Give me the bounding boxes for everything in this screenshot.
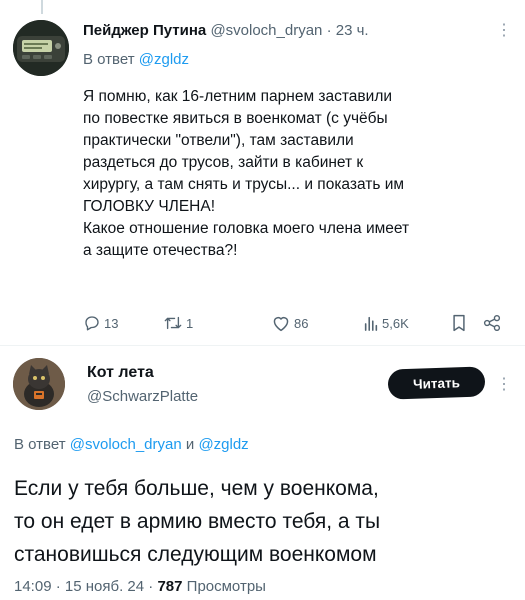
tweet-text: Если у тебя больше, чем у военкома, то о… xyxy=(14,472,514,571)
views-count: 787 xyxy=(157,578,183,595)
reply-handle-link[interactable]: @svoloch_dryan xyxy=(70,436,182,453)
tweet-time[interactable]: 23 ч. xyxy=(336,22,369,39)
repost-icon xyxy=(164,316,182,330)
heart-icon xyxy=(273,316,289,332)
share-icon xyxy=(483,314,501,332)
tweet-text-line: ГОЛОВКУ ЧЛЕНА! xyxy=(83,198,216,215)
tweet-text-line: то он едет в армию вместо тебя, а ты xyxy=(14,510,381,533)
views-count: 5,6K xyxy=(382,315,409,331)
author-name[interactable]: Кот лета xyxy=(87,364,154,382)
tweet-text-line: практически "отвели"), там заставили xyxy=(83,132,354,149)
repost-count: 1 xyxy=(186,315,194,331)
author-handle[interactable]: @SchwarzPlatte xyxy=(87,388,198,405)
tweet-text: Я помню, как 16-летним парнем заставили … xyxy=(83,86,508,262)
views-button[interactable]: 5,6K xyxy=(363,314,409,332)
more-dots-icon[interactable]: ⋮ xyxy=(496,374,512,394)
reply-icon xyxy=(85,316,99,331)
avatar-pager-putina[interactable] xyxy=(13,20,69,76)
thread-line xyxy=(41,0,43,14)
views-label: Просмотры xyxy=(186,578,266,595)
reply-handle-link[interactable]: @zgldz xyxy=(139,51,189,68)
tweet-date[interactable]: 15 нояб. 24 xyxy=(65,578,144,595)
reply-count: 13 xyxy=(104,315,119,331)
tweet-time[interactable]: 14:09 xyxy=(14,578,52,595)
read-button[interactable]: Читать xyxy=(387,366,486,400)
author-name[interactable]: Пейджер Путина xyxy=(83,22,206,39)
tweet-text-line: Я помню, как 16-летним парнем заставили xyxy=(83,88,393,105)
separator: · xyxy=(326,22,332,39)
like-button[interactable]: 86 xyxy=(271,314,308,332)
tweet-text-line: хирургу, а там снять и трусы... и показа… xyxy=(83,176,405,193)
tweet-original: Пейджер Путина @svoloch_dryan · 23 ч. ⋮ … xyxy=(0,0,525,345)
tweet-text-line: Какое отношение головка моего члена имее… xyxy=(83,220,410,237)
bookmark-button[interactable] xyxy=(451,314,467,332)
bookmark-icon xyxy=(453,314,465,332)
tweet-reply: Кот лета @SchwarzPlatte Читать ⋮ В ответ… xyxy=(0,346,525,600)
reply-joiner: и xyxy=(185,436,195,453)
tweet-header: Пейджер Путина @svoloch_dryan · 23 ч. xyxy=(83,22,369,39)
cat-avatar-image xyxy=(13,358,65,410)
more-dots-icon[interactable]: ⋮ xyxy=(496,20,512,40)
tweet-text-line: а защите отечества?! xyxy=(83,242,238,259)
repost-button[interactable]: 1 xyxy=(163,314,193,332)
avatar-kot-leta[interactable] xyxy=(13,358,65,410)
share-button[interactable] xyxy=(483,314,501,332)
reply-context: В ответ @zgldz xyxy=(83,51,189,68)
reply-prefix: В ответ xyxy=(14,436,66,453)
tweet-meta: 14:09 · 15 нояб. 24 · 787 Просмотры xyxy=(14,578,266,595)
reply-handle-link[interactable]: @zgldz xyxy=(198,436,248,453)
like-count: 86 xyxy=(294,315,309,331)
author-handle[interactable]: @svoloch_dryan xyxy=(210,22,322,39)
reply-prefix: В ответ xyxy=(83,51,135,68)
views-bar-chart-icon xyxy=(364,316,378,331)
tweet-text-line: становишься следующим военкомом xyxy=(14,543,377,566)
reply-button[interactable]: 13 xyxy=(83,314,118,332)
reply-context: В ответ @svoloch_dryan и @zgldz xyxy=(14,436,249,453)
tweet-text-line: по повестке явиться в военкомат (с учёбы xyxy=(83,110,388,127)
separator: · xyxy=(148,578,154,595)
separator: · xyxy=(55,578,61,595)
tweet-text-line: раздеться до трусов, зайти в кабинет к xyxy=(83,154,364,171)
tweet-text-line: Если у тебя больше, чем у военкома, xyxy=(14,477,379,500)
action-bar: 13 1 86 5,6K xyxy=(83,314,508,334)
pager-avatar-image xyxy=(13,20,69,76)
